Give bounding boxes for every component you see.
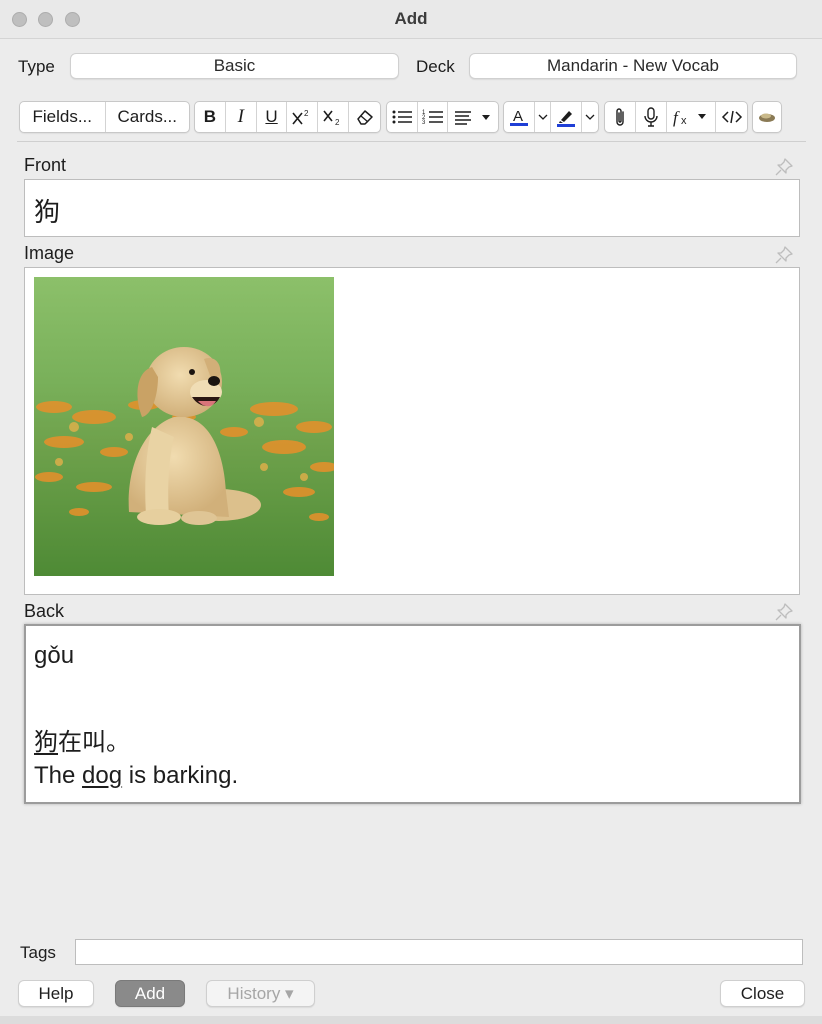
superscript-button[interactable]: 2 <box>287 102 319 132</box>
ordered-list-button[interactable]: 1 2 3 <box>418 102 449 132</box>
code-icon <box>721 110 742 124</box>
chevron-down-icon <box>538 114 547 120</box>
fields-cards-group: Fields... Cards... <box>19 101 190 133</box>
cards-button[interactable]: Cards... <box>106 102 190 132</box>
color-group: A <box>503 101 599 133</box>
back-chinese-rest: 在叫。 <box>58 729 130 756</box>
pin-icon[interactable] <box>774 602 794 622</box>
addon-icon <box>759 113 775 122</box>
attach-media-button[interactable] <box>605 102 636 132</box>
back-english-pre: The <box>34 762 83 789</box>
front-field-text: 狗 <box>34 197 61 227</box>
numbered-list-icon: 1 2 3 <box>422 110 443 126</box>
underline-button[interactable]: U <box>257 102 288 132</box>
window-title: Add <box>394 9 428 28</box>
front-field-editor[interactable]: 狗 <box>24 179 800 237</box>
highlight-color-button[interactable] <box>551 102 582 132</box>
window-bottom-edge <box>0 1016 822 1024</box>
deck-selector[interactable]: Mandarin - New Vocab <box>469 53 797 79</box>
subscript-button[interactable]: 2 <box>318 102 350 132</box>
equation-dropdown[interactable]: f x <box>667 102 717 132</box>
clear-formatting-button[interactable] <box>349 102 380 132</box>
svg-text:2: 2 <box>304 109 309 118</box>
pin-icon[interactable] <box>774 245 794 265</box>
close-button[interactable]: Close <box>720 980 805 1007</box>
align-left-icon <box>455 111 491 125</box>
back-field-editor[interactable]: gǒu 狗在叫。 The dog is barking. <box>24 624 801 804</box>
image-field-label: Image <box>24 243 75 263</box>
bold-button[interactable]: B <box>195 102 226 132</box>
svg-text:2: 2 <box>335 118 340 126</box>
back-chinese-sentence: 狗在叫。 <box>34 722 130 757</box>
add-button[interactable]: Add <box>115 980 185 1007</box>
subscript-icon: 2 <box>323 110 340 126</box>
eraser-icon <box>356 110 373 125</box>
text-color-icon: A <box>510 108 528 126</box>
function-icon: f x <box>673 108 706 127</box>
front-field-label: Front <box>24 155 67 175</box>
microphone-icon <box>643 107 658 127</box>
record-audio-button[interactable] <box>636 102 667 132</box>
tags-label: Tags <box>20 943 56 962</box>
toolbar-divider <box>17 141 806 142</box>
tags-input[interactable] <box>75 939 803 965</box>
highlight-color-dropdown[interactable] <box>582 102 598 132</box>
svg-text:f: f <box>673 108 680 127</box>
back-english-keyword: dog <box>82 762 123 789</box>
back-field-label: Back <box>24 601 65 621</box>
unordered-list-button[interactable] <box>387 102 418 132</box>
addon-button[interactable] <box>753 102 781 132</box>
text-color-dropdown[interactable] <box>535 102 551 132</box>
deck-label: Deck <box>416 57 455 76</box>
back-english-sentence: The dog is barking. <box>34 762 238 790</box>
history-button[interactable]: History ▾ <box>206 980 315 1007</box>
fields-button[interactable]: Fields... <box>20 102 106 132</box>
puppy-image[interactable] <box>34 277 334 576</box>
italic-button[interactable]: I <box>226 102 257 132</box>
back-pinyin: gǒu <box>34 642 75 669</box>
addon-group <box>752 101 782 133</box>
bullet-list-icon <box>392 110 412 124</box>
highlighter-icon <box>557 111 575 127</box>
paperclip-icon <box>616 108 624 126</box>
html-editor-button[interactable] <box>716 102 747 132</box>
svg-text:A: A <box>513 108 523 125</box>
back-chinese-keyword: 狗 <box>34 729 58 756</box>
pin-icon[interactable] <box>774 157 794 177</box>
list-group: 1 2 3 <box>386 101 499 133</box>
media-group: f x <box>604 101 748 133</box>
title-bar: Add <box>0 0 822 39</box>
chevron-down-icon <box>585 114 595 120</box>
svg-text:x: x <box>681 115 687 127</box>
alignment-dropdown[interactable] <box>448 102 498 132</box>
text-color-button[interactable]: A <box>504 102 535 132</box>
note-type-selector[interactable]: Basic <box>70 53 399 79</box>
image-field-editor[interactable] <box>24 267 800 595</box>
back-english-post: is barking. <box>122 762 239 789</box>
format-group: B I U 2 2 <box>194 101 381 133</box>
help-button[interactable]: Help <box>18 980 94 1007</box>
add-window: Add Type Basic Deck Mandarin - New Vocab… <box>0 0 822 1024</box>
svg-text:3: 3 <box>422 120 426 126</box>
superscript-icon: 2 <box>292 109 309 125</box>
type-label: Type <box>18 57 55 76</box>
